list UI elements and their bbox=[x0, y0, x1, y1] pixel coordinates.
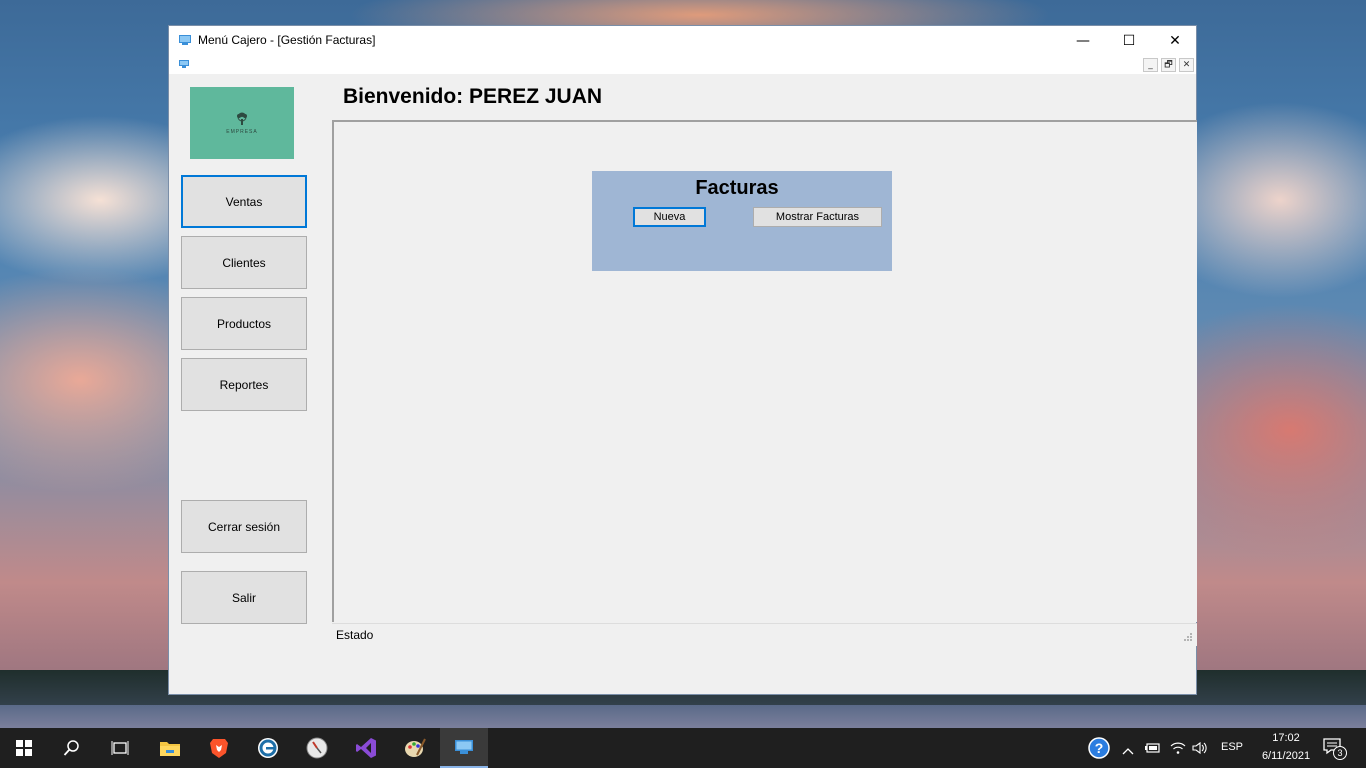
resize-grip-icon[interactable] bbox=[1183, 632, 1193, 642]
close-icon: ✕ bbox=[1169, 33, 1181, 49]
wallpaper-water bbox=[0, 705, 1366, 728]
clock-time[interactable]: 17:02 bbox=[1266, 732, 1306, 744]
welcome-text: Bienvenido: PEREZ JUAN bbox=[343, 85, 603, 108]
svg-text:?: ? bbox=[1095, 740, 1104, 756]
chevron-up-icon[interactable] bbox=[1122, 741, 1134, 760]
ventas-button[interactable]: Ventas bbox=[181, 175, 307, 228]
logout-button[interactable]: Cerrar sesión bbox=[181, 500, 307, 553]
mostrar-facturas-button[interactable]: Mostrar Facturas bbox=[753, 207, 882, 227]
tree-logo-icon bbox=[237, 112, 247, 125]
close-button[interactable]: ✕ bbox=[1152, 26, 1198, 56]
logo-text: EMPRESA bbox=[226, 128, 258, 135]
paint-icon[interactable] bbox=[391, 728, 439, 768]
minimize-button[interactable]: — bbox=[1060, 26, 1106, 56]
title-bar[interactable]: Menú Cajero - [Gestión Facturas] — ☐ ✕ bbox=[169, 26, 1196, 56]
clock-date[interactable]: 6/11/2021 bbox=[1254, 750, 1318, 762]
facturas-title: Facturas bbox=[695, 177, 779, 199]
language-indicator[interactable]: ESP bbox=[1221, 741, 1243, 753]
company-logo: EMPRESA bbox=[190, 87, 294, 159]
mdi-restore-icon: 🗗 bbox=[1164, 60, 1173, 70]
main-window: Menú Cajero - [Gestión Facturas] — ☐ ✕ _… bbox=[168, 25, 1197, 695]
maximize-icon: ☐ bbox=[1122, 33, 1136, 49]
edge-icon[interactable] bbox=[244, 728, 292, 768]
battery-icon[interactable] bbox=[1145, 740, 1161, 759]
mdi-restore-button[interactable]: 🗗 bbox=[1161, 58, 1176, 72]
mdi-content-area: Facturas Nueva Mostrar Facturas bbox=[332, 120, 1197, 622]
exit-button[interactable]: Salir bbox=[181, 571, 307, 624]
help-icon[interactable]: ? bbox=[1088, 737, 1110, 759]
visual-studio-icon[interactable] bbox=[342, 728, 390, 768]
nueva-factura-button[interactable]: Nueva bbox=[633, 207, 706, 227]
file-explorer-icon[interactable] bbox=[146, 728, 194, 768]
status-text: Estado bbox=[336, 628, 374, 642]
task-view-icon[interactable] bbox=[96, 728, 144, 768]
mdi-close-button[interactable]: ✕ bbox=[1179, 58, 1194, 72]
app-icon bbox=[179, 35, 191, 45]
status-bar: Estado bbox=[332, 623, 1197, 646]
facturas-panel: Facturas Nueva Mostrar Facturas bbox=[592, 171, 892, 271]
mdi-menu-bar: _ 🗗 ✕ bbox=[169, 56, 1196, 74]
mdi-minimize-button[interactable]: _ bbox=[1143, 58, 1158, 72]
clock-app-icon[interactable] bbox=[293, 728, 341, 768]
search-icon[interactable] bbox=[48, 728, 96, 768]
productos-button[interactable]: Productos bbox=[181, 297, 307, 350]
wifi-icon[interactable] bbox=[1170, 740, 1186, 759]
taskbar: ? ESP 17:02 6/11/2021 3 bbox=[0, 728, 1366, 768]
brave-browser-icon[interactable] bbox=[195, 728, 243, 768]
maximize-button[interactable]: ☐ bbox=[1106, 26, 1152, 56]
app-window-icon[interactable] bbox=[440, 728, 488, 768]
start-icon[interactable] bbox=[0, 728, 48, 768]
clientes-button[interactable]: Clientes bbox=[181, 236, 307, 289]
notification-count: 3 bbox=[1337, 748, 1343, 758]
mdi-minimize-icon: _ bbox=[1148, 60, 1153, 70]
mdi-close-icon: ✕ bbox=[1182, 60, 1191, 70]
volume-icon[interactable] bbox=[1192, 740, 1208, 759]
reportes-button[interactable]: Reportes bbox=[181, 358, 307, 411]
minimize-icon: — bbox=[1076, 33, 1090, 49]
notifications-icon[interactable]: 3 bbox=[1322, 737, 1348, 761]
mdi-child-icon[interactable] bbox=[179, 60, 189, 68]
window-title: Menú Cajero - [Gestión Facturas] bbox=[198, 33, 376, 47]
